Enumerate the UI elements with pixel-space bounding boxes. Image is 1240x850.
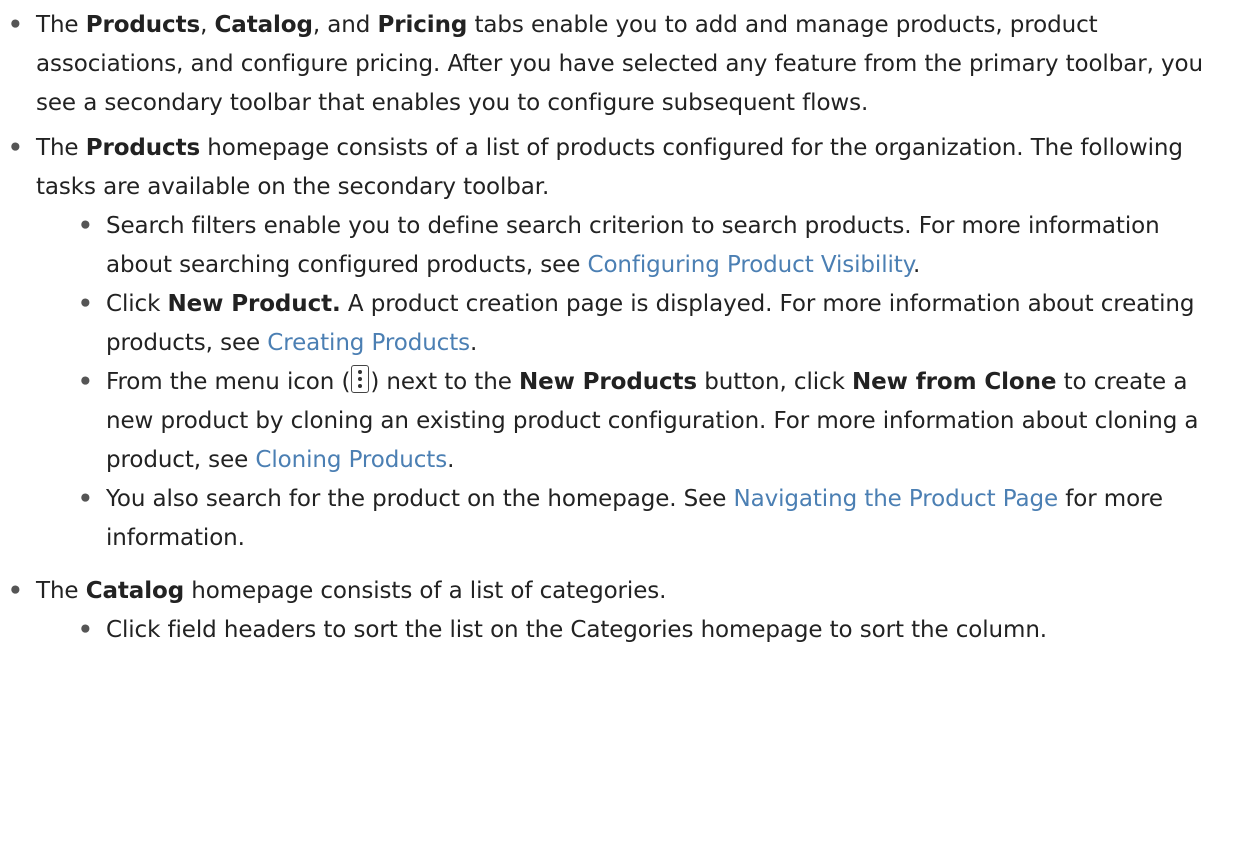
bullet-marker: • [78, 486, 93, 512]
bold-term-new-product: New Product. [167, 291, 341, 317]
sub-bullet-list: • Click field headers to sort the list o… [36, 611, 1220, 650]
bullet-marker: • [8, 578, 23, 604]
bullet-marker: • [78, 369, 93, 395]
list-item: • The Catalog homepage consists of a lis… [0, 572, 1240, 650]
text: . [447, 447, 455, 473]
text: homepage consists of a list of products … [36, 135, 1183, 200]
text: Click [106, 291, 168, 317]
bold-term-products: Products [85, 12, 201, 38]
text: , and [312, 12, 378, 38]
bullet-marker: • [78, 291, 93, 317]
link-cloning-products[interactable]: Cloning Products [255, 447, 447, 473]
link-creating-products[interactable]: Creating Products [267, 330, 470, 356]
bold-term-pricing: Pricing [377, 12, 468, 38]
bullet-marker: • [78, 617, 93, 643]
text: Click field headers to sort the list on … [106, 617, 1048, 643]
text: The [36, 578, 86, 604]
link-navigating-the-product-page[interactable]: Navigating the Product Page [733, 486, 1058, 512]
sub-bullet-list: • Search filters enable you to define se… [36, 207, 1220, 558]
bold-term-products: Products [85, 135, 201, 161]
bullet-marker: • [8, 12, 23, 38]
text: From the menu icon ( [106, 369, 351, 395]
document-body: • The Products, Catalog, and Pricing tab… [0, 6, 1240, 650]
list-item: • The Products, Catalog, and Pricing tab… [0, 6, 1240, 123]
bullet-marker: • [78, 213, 93, 239]
vertical-ellipsis-menu-icon [351, 365, 370, 393]
bold-term-catalog: Catalog [214, 12, 313, 38]
bold-term-new-products: New Products [518, 369, 698, 395]
text: The [36, 12, 86, 38]
bullet-marker: • [8, 135, 23, 161]
sub-list-item: • Search filters enable you to define se… [70, 207, 1240, 285]
sub-list-item: • From the menu icon ( ) next to the New … [70, 363, 1240, 480]
bold-term-new-from-clone: New from Clone [852, 369, 1057, 395]
list-item: • The Products homepage consists of a li… [0, 129, 1240, 558]
text: homepage consists of a list of categorie… [184, 578, 667, 604]
bold-term-catalog: Catalog [85, 578, 185, 604]
text: . [912, 252, 921, 278]
text: , [200, 12, 215, 38]
sub-list-item: • You also search for the product on the… [70, 480, 1240, 558]
bullet-list: • The Products, Catalog, and Pricing tab… [0, 6, 1240, 650]
text: button, click [697, 369, 853, 395]
sub-list-item: • Click field headers to sort the list o… [70, 611, 1240, 650]
text: . [470, 330, 478, 356]
link-configuring-product-visibility[interactable]: Configuring Product Visibility [587, 252, 913, 278]
text: ) next to the [370, 369, 519, 395]
sub-list-item: • Click New Product. A product creation … [70, 285, 1240, 363]
text: You also search for the product on the h… [106, 486, 734, 512]
text: The [36, 135, 86, 161]
